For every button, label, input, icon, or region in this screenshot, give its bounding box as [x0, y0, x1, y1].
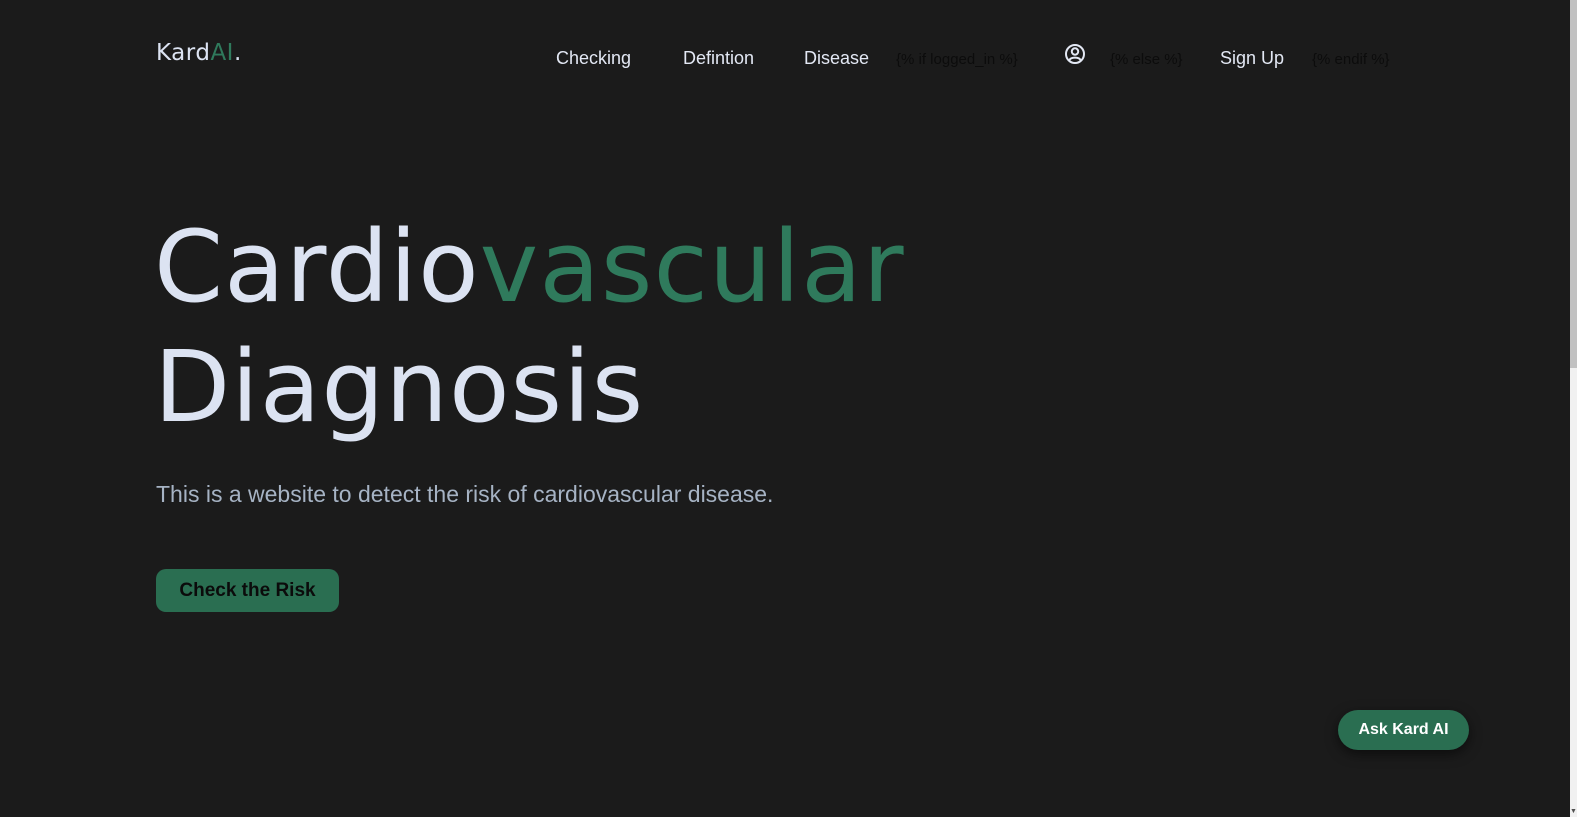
scrollbar-thumb[interactable] — [1570, 0, 1577, 368]
hero-title-cardio: Cardio — [154, 210, 480, 325]
template-else-tag: {% else %} — [1110, 51, 1183, 68]
hero-title: Cardiovascular Diagnosis — [154, 208, 905, 448]
template-if-tag: {% if logged_in %} — [896, 51, 1018, 68]
scrollbar[interactable]: ▼ — [1570, 0, 1577, 817]
main-nav: Checking Defintion Disease {% if logged_… — [0, 43, 1577, 73]
nav-link-signup[interactable]: Sign Up — [1220, 48, 1284, 69]
hero-title-vascular: vascular — [479, 210, 905, 325]
nav-link-definition[interactable]: Defintion — [683, 48, 754, 69]
user-circle-icon-svg — [1065, 44, 1085, 64]
template-endif-tag: {% endif %} — [1312, 51, 1390, 68]
nav-link-disease[interactable]: Disease — [804, 48, 869, 69]
nav-link-checking[interactable]: Checking — [556, 48, 631, 69]
scroll-down-arrow-icon[interactable]: ▼ — [1570, 807, 1577, 817]
ask-kard-ai-button[interactable]: Ask Kard AI — [1338, 710, 1469, 750]
check-risk-button[interactable]: Check the Risk — [156, 569, 339, 612]
hero-title-diagnosis: Diagnosis — [154, 330, 645, 445]
hero-subtitle: This is a website to detect the risk of … — [156, 481, 774, 507]
page: KardAI. Checking Defintion Disease {% if… — [0, 0, 1577, 817]
user-circle-icon[interactable] — [1064, 43, 1086, 65]
